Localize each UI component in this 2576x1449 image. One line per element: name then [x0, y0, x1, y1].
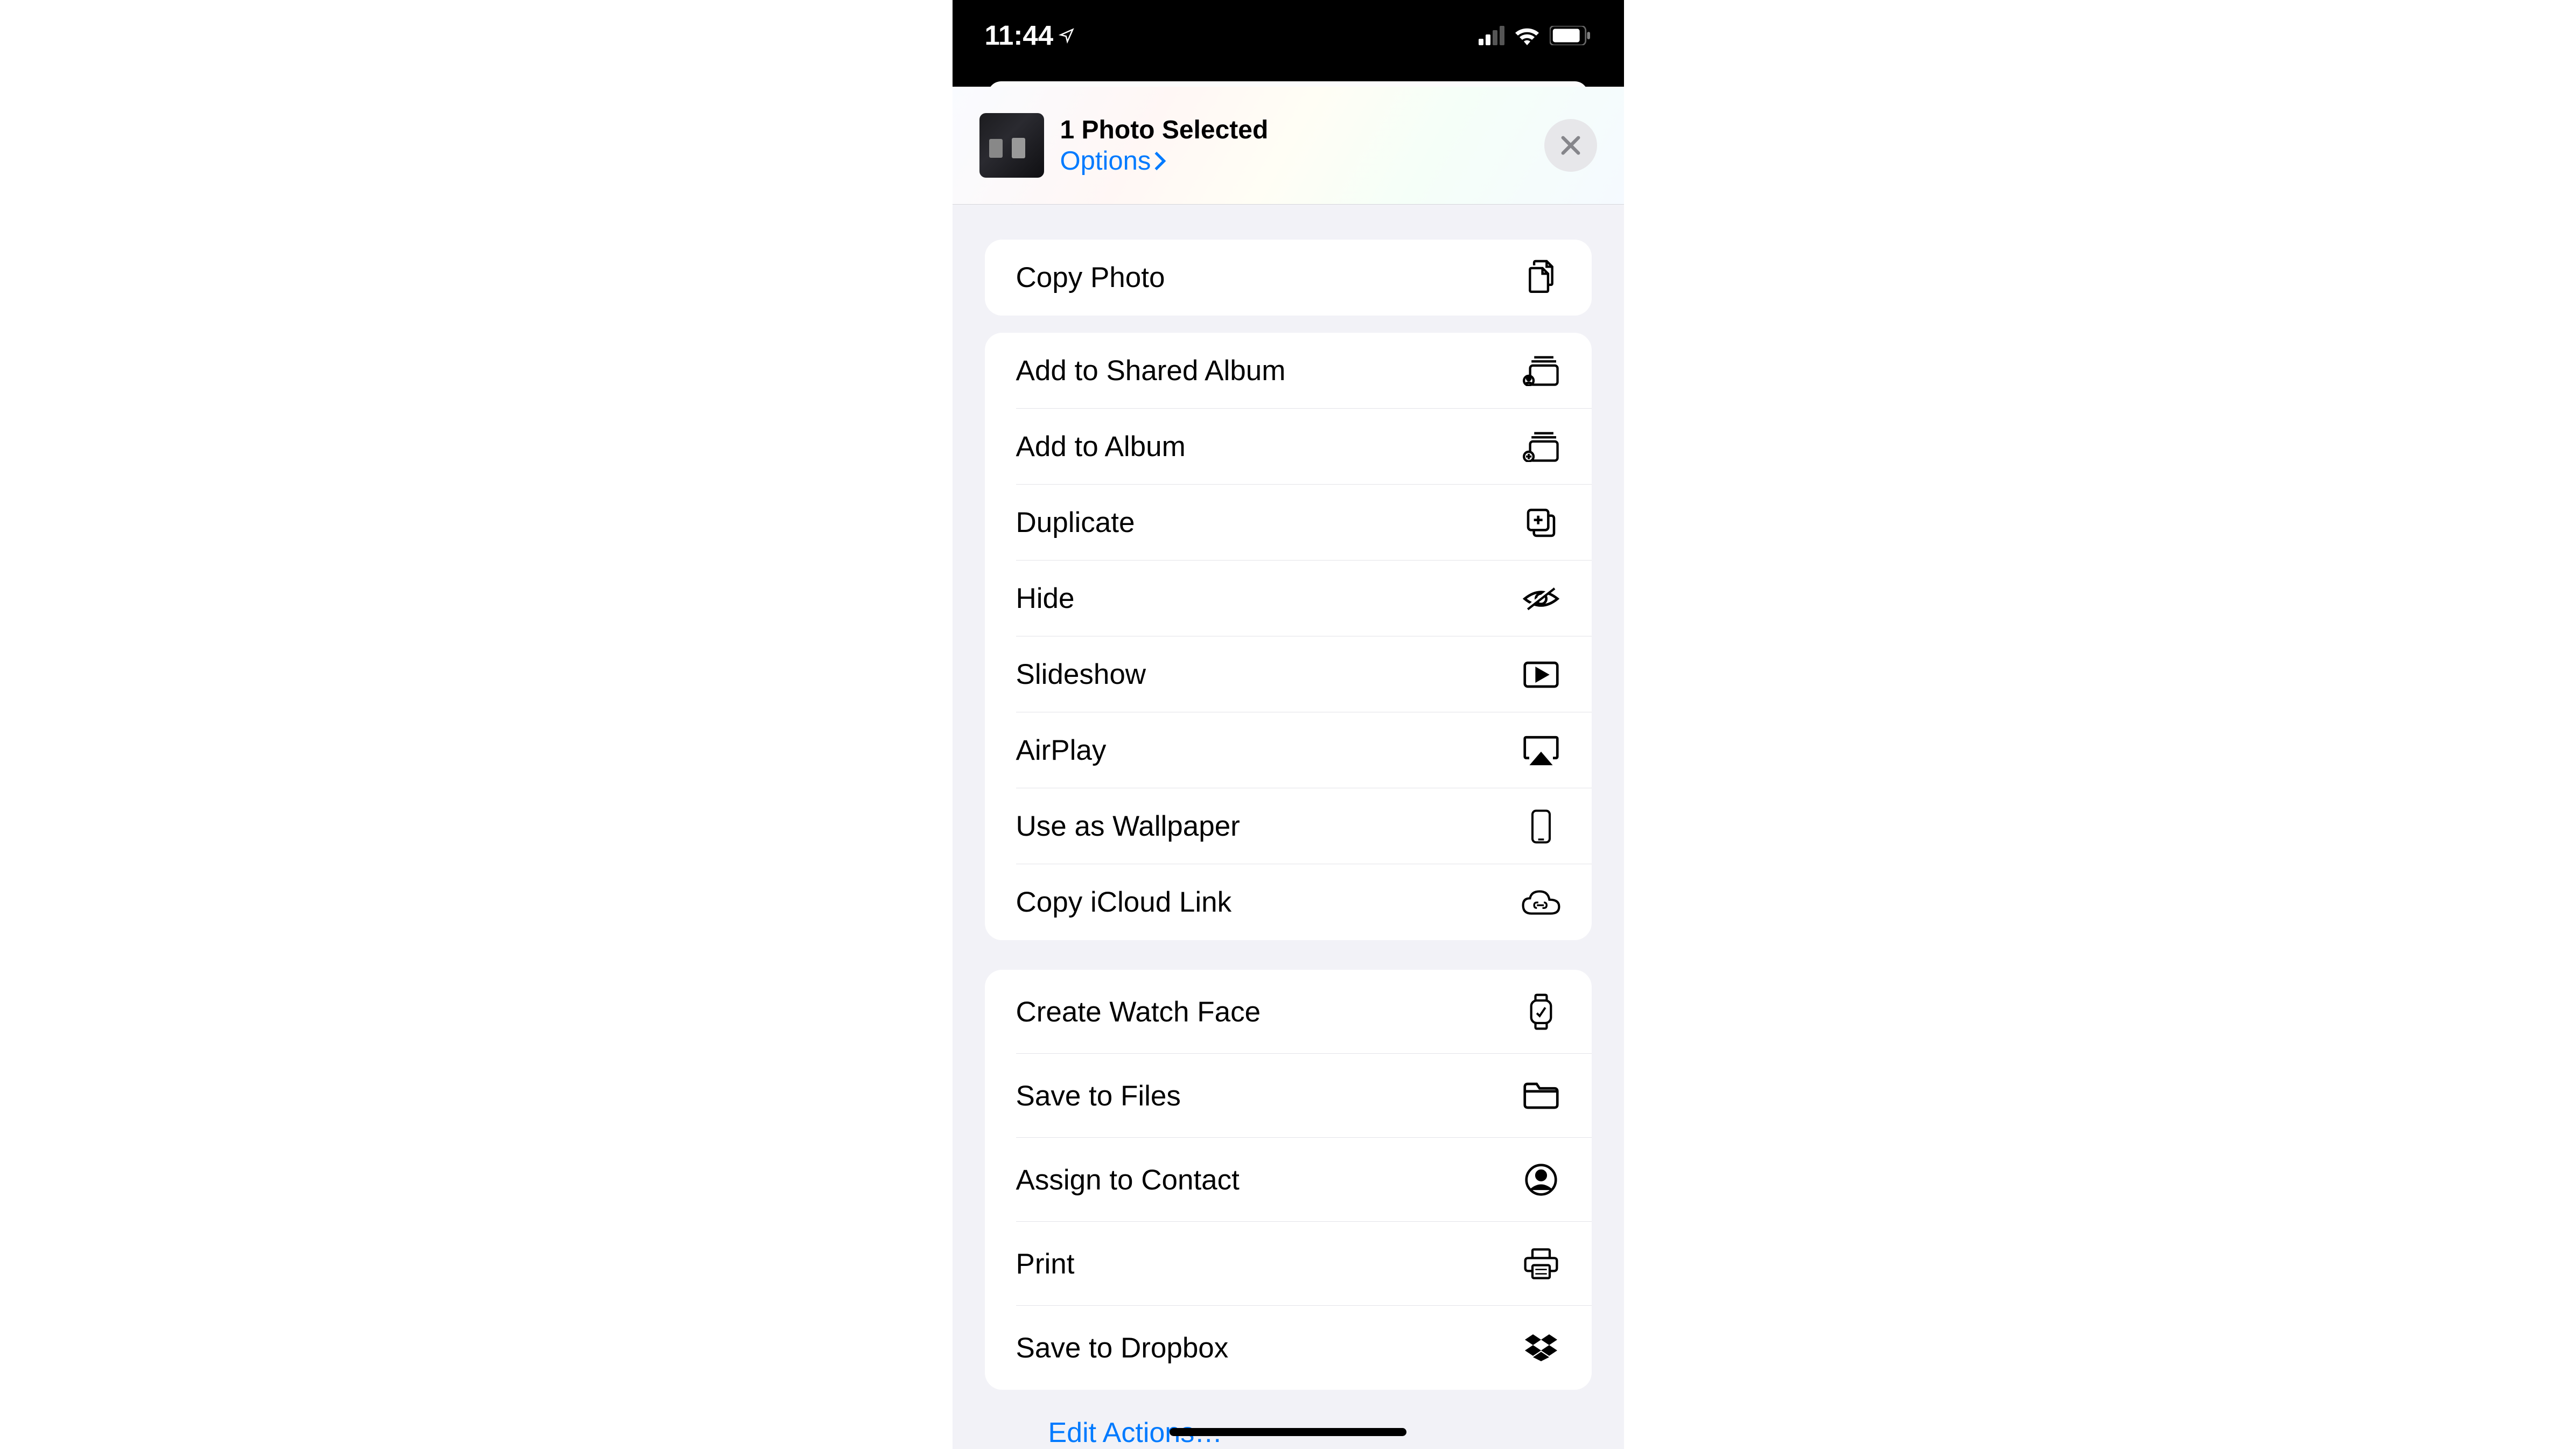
add-album-icon [1522, 428, 1560, 466]
options-label: Options [1060, 146, 1151, 176]
dropbox-icon [1522, 1328, 1560, 1367]
contact-icon [1522, 1160, 1560, 1199]
wallpaper-button[interactable]: Use as Wallpaper [985, 788, 1592, 864]
header-text: 1 Photo Selected Options [1060, 115, 1544, 176]
icloud-link-icon [1522, 883, 1560, 922]
photo-thumbnail[interactable] [979, 113, 1044, 178]
airplay-button[interactable]: AirPlay [985, 712, 1592, 788]
watch-icon [1522, 992, 1560, 1031]
action-label: Slideshow [1016, 658, 1522, 691]
close-button[interactable] [1544, 119, 1597, 172]
action-label: Create Watch Face [1016, 996, 1522, 1028]
airplay-icon [1522, 731, 1560, 770]
icloud-link-button[interactable]: Copy iCloud Link [985, 864, 1592, 940]
action-label: Duplicate [1016, 506, 1522, 539]
action-label: Save to Files [1016, 1080, 1522, 1112]
assign-contact-button[interactable]: Assign to Contact [985, 1138, 1592, 1222]
status-time: 11:44 [985, 19, 1075, 51]
actions-content: Copy Photo Add to Shared Album [953, 240, 1624, 1449]
sheet-handle-area [953, 71, 1624, 87]
shared-album-icon [1522, 352, 1560, 390]
close-icon [1560, 135, 1581, 156]
duplicate-button[interactable]: Duplicate [985, 485, 1592, 561]
wifi-icon [1514, 26, 1540, 45]
action-label: Copy iCloud Link [1016, 886, 1522, 919]
add-album-button[interactable]: Add to Album [985, 409, 1592, 485]
dropbox-button[interactable]: Save to Dropbox [985, 1306, 1592, 1390]
status-bar: 11:44 [953, 0, 1624, 71]
action-label: AirPlay [1016, 734, 1522, 767]
action-group: Copy Photo [985, 240, 1592, 316]
selection-title: 1 Photo Selected [1060, 115, 1544, 145]
action-label: Print [1016, 1248, 1522, 1280]
add-shared-album-button[interactable]: Add to Shared Album [985, 333, 1592, 409]
save-files-button[interactable]: Save to Files [985, 1054, 1592, 1138]
action-label: Add to Album [1016, 430, 1522, 463]
action-label: Copy Photo [1016, 261, 1522, 294]
slideshow-icon [1522, 655, 1560, 694]
status-icons [1479, 26, 1592, 45]
watch-face-button[interactable]: Create Watch Face [985, 970, 1592, 1054]
hide-button[interactable]: Hide [985, 561, 1592, 636]
copy-docs-icon [1522, 258, 1560, 297]
action-label: Assign to Contact [1016, 1164, 1522, 1196]
time-label: 11:44 [985, 19, 1054, 51]
slideshow-button[interactable]: Slideshow [985, 636, 1592, 712]
phone-screen: 11:44 [953, 0, 1624, 1449]
print-button[interactable]: Print [985, 1222, 1592, 1306]
action-label: Use as Wallpaper [1016, 810, 1522, 843]
chevron-right-icon [1153, 151, 1166, 171]
print-icon [1522, 1244, 1560, 1283]
options-button[interactable]: Options [1060, 146, 1544, 176]
wallpaper-icon [1522, 807, 1560, 846]
folder-icon [1522, 1076, 1560, 1115]
edit-actions-button[interactable]: Edit Actions… [985, 1390, 1592, 1449]
action-label: Add to Shared Album [1016, 354, 1522, 387]
copy-photo-button[interactable]: Copy Photo [985, 240, 1592, 316]
home-indicator[interactable] [1170, 1428, 1406, 1436]
duplicate-icon [1522, 503, 1560, 542]
action-group: Create Watch Face Save to Files [985, 970, 1592, 1390]
action-label: Hide [1016, 582, 1522, 615]
battery-icon [1550, 26, 1592, 45]
action-group: Add to Shared Album Add to Album [985, 333, 1592, 940]
share-sheet-header: 1 Photo Selected Options [953, 87, 1624, 205]
cellular-signal-icon [1479, 26, 1504, 45]
hide-icon [1522, 579, 1560, 618]
action-label: Save to Dropbox [1016, 1332, 1522, 1364]
location-arrow-icon [1059, 27, 1075, 44]
